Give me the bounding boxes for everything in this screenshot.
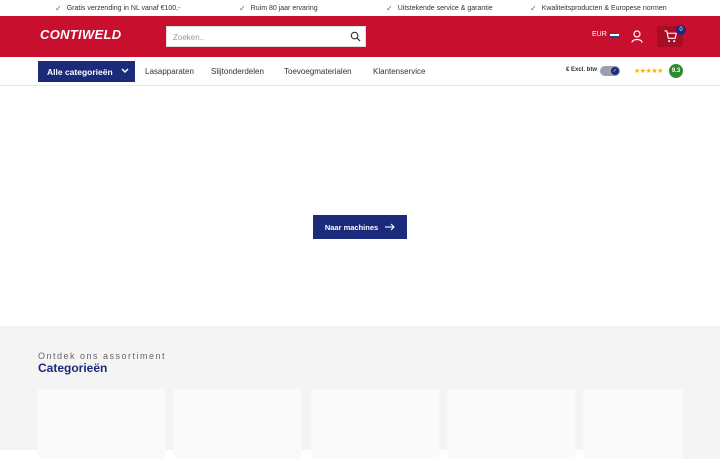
all-categories-label: Alle categorieën bbox=[47, 66, 113, 77]
checkmark-icon: ✓ bbox=[239, 3, 246, 13]
usp-text: Gratis verzending in NL vanaf €100,- bbox=[66, 4, 181, 12]
nav-link-toevoegmaterialen[interactable]: Toevoegmaterialen bbox=[284, 67, 352, 76]
usp-text: Kwaliteitsproducten & Europese normen bbox=[541, 4, 667, 12]
tax-toggle[interactable]: ✓ bbox=[600, 66, 620, 76]
nav-link-slijtonderdelen[interactable]: Slijtonderdelen bbox=[211, 67, 264, 76]
usp-item: ✓ Ruim 80 jaar ervaring bbox=[239, 0, 318, 16]
site-header: CONTIWELD EUR bbox=[0, 16, 720, 57]
main-nav: Alle categorieën Lasapparaten Slijtonder… bbox=[0, 57, 720, 86]
usp-bar: ✓ Gratis verzending in NL vanaf €100,- ✓… bbox=[0, 0, 720, 16]
usp-item: ✓ Kwaliteitsproducten & Europese normen bbox=[530, 0, 667, 16]
category-card[interactable] bbox=[38, 389, 166, 459]
cart-count-badge: 0 bbox=[676, 25, 686, 35]
category-card[interactable] bbox=[174, 389, 302, 459]
usp-item: ✓ Uitstekende service & garantie bbox=[386, 0, 493, 16]
rating-badge[interactable]: 9.3 bbox=[669, 64, 683, 78]
usp-item: ✓ Gratis verzending in NL vanaf €100,- bbox=[55, 0, 180, 16]
currency-label: EUR bbox=[592, 31, 607, 38]
rating-stars: ★★★★★ bbox=[634, 68, 663, 75]
nav-link-klantenservice[interactable]: Klantenservice bbox=[373, 67, 425, 76]
contiweld-logo[interactable]: CONTIWELD bbox=[40, 27, 121, 42]
nav-link-lasapparaten[interactable]: Lasapparaten bbox=[145, 67, 194, 76]
search-icon[interactable] bbox=[350, 31, 361, 42]
categories-title: Categorieën bbox=[38, 361, 108, 375]
chevron-down-icon bbox=[121, 67, 129, 76]
arrow-right-icon bbox=[385, 223, 395, 231]
carousel-edge bbox=[683, 389, 720, 459]
category-card[interactable] bbox=[311, 389, 439, 459]
usp-text: Uitstekende service & garantie bbox=[397, 4, 493, 12]
all-categories-button[interactable]: Alle categorieën bbox=[38, 61, 135, 82]
categories-section: Ontdek ons assortiment Categorieën bbox=[0, 326, 720, 459]
usp-text: Ruim 80 jaar ervaring bbox=[250, 4, 318, 12]
currency-selector[interactable]: EUR bbox=[592, 31, 619, 38]
checkmark-icon: ✓ bbox=[386, 3, 393, 13]
checkmark-icon: ✓ bbox=[55, 3, 62, 13]
categories-kicker: Ontdek ons assortiment bbox=[38, 351, 167, 361]
check-icon: ✓ bbox=[611, 67, 619, 75]
checkmark-icon: ✓ bbox=[530, 3, 537, 13]
netherlands-flag-icon bbox=[609, 31, 619, 38]
search-input[interactable] bbox=[167, 28, 337, 47]
account-icon[interactable] bbox=[631, 30, 643, 43]
cta-label: Naar machines bbox=[324, 222, 379, 232]
search-box bbox=[166, 26, 366, 47]
tax-toggle-label: € Excl. btw bbox=[566, 67, 598, 73]
cart-icon bbox=[664, 30, 677, 43]
category-card[interactable] bbox=[447, 389, 575, 459]
naar-machines-button[interactable]: Naar machines bbox=[313, 215, 407, 239]
